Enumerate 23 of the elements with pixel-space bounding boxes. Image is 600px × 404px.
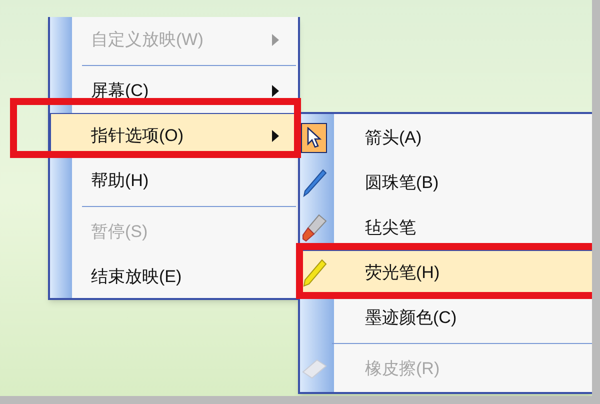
menu-item[interactable]: 结束放映(E) — [50, 254, 296, 299]
menu-item-label: 结束放映(E) — [91, 266, 182, 288]
menu-item-label: 毡尖笔 — [365, 216, 416, 239]
menu-item[interactable]: 帮助(H) — [50, 158, 296, 203]
menu-item[interactable]: 圆珠笔(B) — [300, 160, 592, 205]
menu-item-label: 指针选项(O) — [91, 124, 184, 147]
menu-item[interactable]: 墨迹颜色(C) — [300, 295, 592, 340]
eraser-icon — [301, 358, 327, 378]
menu-item[interactable]: 毡尖笔 — [300, 205, 592, 250]
menu-item-label: 暂停(S) — [91, 220, 148, 243]
menu-item[interactable]: 箭头(A) — [300, 115, 592, 160]
menu-item[interactable]: 荧光笔(H) — [300, 250, 592, 295]
menu-item-label: 帮助(H) — [91, 170, 149, 192]
menu-item-label: 荧光笔(H) — [365, 262, 440, 284]
menu-item[interactable]: 屏幕(C) — [50, 68, 296, 113]
menu-item-label: 屏幕(C) — [91, 80, 149, 102]
menu-item-label: 橡皮擦(R) — [365, 358, 440, 380]
pointer-icon — [306, 126, 322, 148]
menu-item-label: 箭头(A) — [365, 126, 422, 149]
marker-icon — [301, 212, 327, 242]
menu-item-label: 自定义放映(W) — [91, 28, 204, 51]
menu-item-label: 墨迹颜色(C) — [365, 306, 457, 329]
menu-item-label: 圆珠笔(B) — [365, 172, 439, 194]
